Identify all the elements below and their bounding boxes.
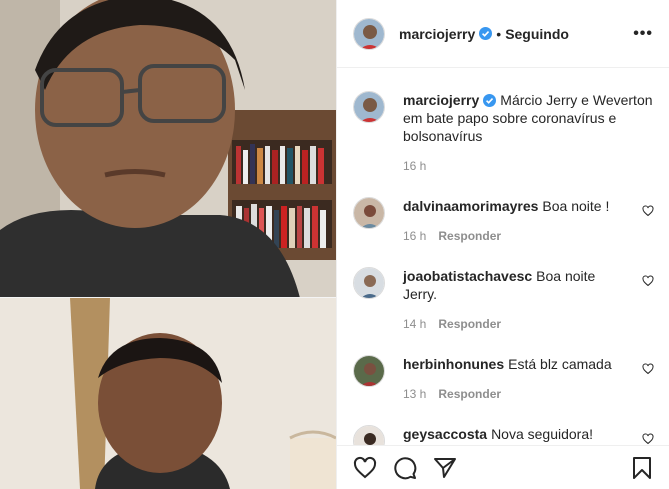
commenter-avatar[interactable]: [353, 355, 385, 387]
comment-like-heart-icon[interactable]: [642, 205, 654, 217]
reply-button[interactable]: Responder: [438, 315, 501, 333]
comment-time[interactable]: 16 h: [403, 227, 426, 245]
post-header: marciojerry • Seguindo •••: [337, 0, 669, 68]
verified-badge-icon: [479, 27, 493, 40]
comment-username[interactable]: joaobatistachavesc: [403, 268, 532, 284]
comment-time[interactable]: 13 h: [403, 385, 426, 403]
post-media[interactable]: [0, 0, 336, 489]
comment-row: dalvinaamorimayres Boa noite ! 16 h Respo…: [353, 197, 654, 245]
share-icon[interactable]: [433, 456, 457, 480]
heart-icon[interactable]: [353, 456, 377, 480]
author-avatar[interactable]: [353, 17, 385, 50]
commenter-avatar[interactable]: [353, 267, 385, 299]
comment-text: Nova seguidora!: [491, 426, 594, 442]
comment-like-heart-icon[interactable]: [642, 433, 654, 445]
comment-icon[interactable]: [393, 456, 417, 480]
comment-row: geysaccosta Nova seguidora!: [353, 425, 654, 445]
comment-username[interactable]: herbinhonunes: [403, 356, 504, 372]
action-bar: [337, 445, 669, 489]
caption-username[interactable]: marciojerry: [403, 92, 479, 108]
caption-avatar[interactable]: [353, 91, 385, 123]
comment-text: Boa noite !: [542, 198, 610, 214]
comment-like-heart-icon[interactable]: [642, 363, 654, 375]
comment-row: herbinhonunes Está blz camada 13 h Respon…: [353, 355, 654, 403]
reply-button[interactable]: Responder: [438, 385, 501, 403]
commenter-avatar[interactable]: [353, 197, 385, 229]
comment-row: joaobatistachavesc Boa noite Jerry. 14 h …: [353, 267, 654, 333]
caption-row: marciojerry Márcio Jerry e Weverton em ba…: [353, 91, 654, 175]
comment-username[interactable]: dalvinaamorimayres: [403, 198, 538, 214]
caption-time[interactable]: 16 h: [403, 157, 426, 175]
caption-meta: 16 h: [403, 157, 654, 175]
more-options-button[interactable]: •••: [633, 25, 653, 43]
separator-dot: •: [496, 25, 502, 42]
video-bottom-panel: [0, 298, 336, 489]
verified-badge-icon: [483, 94, 497, 107]
bookmark-icon[interactable]: [630, 456, 654, 480]
video-top-panel: [0, 0, 336, 298]
bottom-video-frame: [0, 298, 336, 489]
reply-button[interactable]: Responder: [438, 227, 501, 245]
commenter-avatar[interactable]: [353, 425, 385, 445]
author-username[interactable]: marciojerry: [399, 26, 475, 42]
comment-time[interactable]: 14 h: [403, 315, 426, 333]
top-video-frame: [0, 0, 336, 298]
comments-list[interactable]: marciojerry Márcio Jerry e Weverton em ba…: [337, 69, 669, 445]
post-sidebar: marciojerry • Seguindo ••• marciojerry Má…: [336, 0, 669, 489]
comment-text: Está blz camada: [508, 356, 612, 372]
comment-username[interactable]: geysaccosta: [403, 426, 487, 442]
comment-meta: 13 h Responder: [403, 385, 630, 403]
follow-status-button[interactable]: Seguindo: [505, 26, 569, 42]
comment-like-heart-icon[interactable]: [642, 275, 654, 287]
comment-meta: 14 h Responder: [403, 315, 630, 333]
comment-meta: 16 h Responder: [403, 227, 630, 245]
